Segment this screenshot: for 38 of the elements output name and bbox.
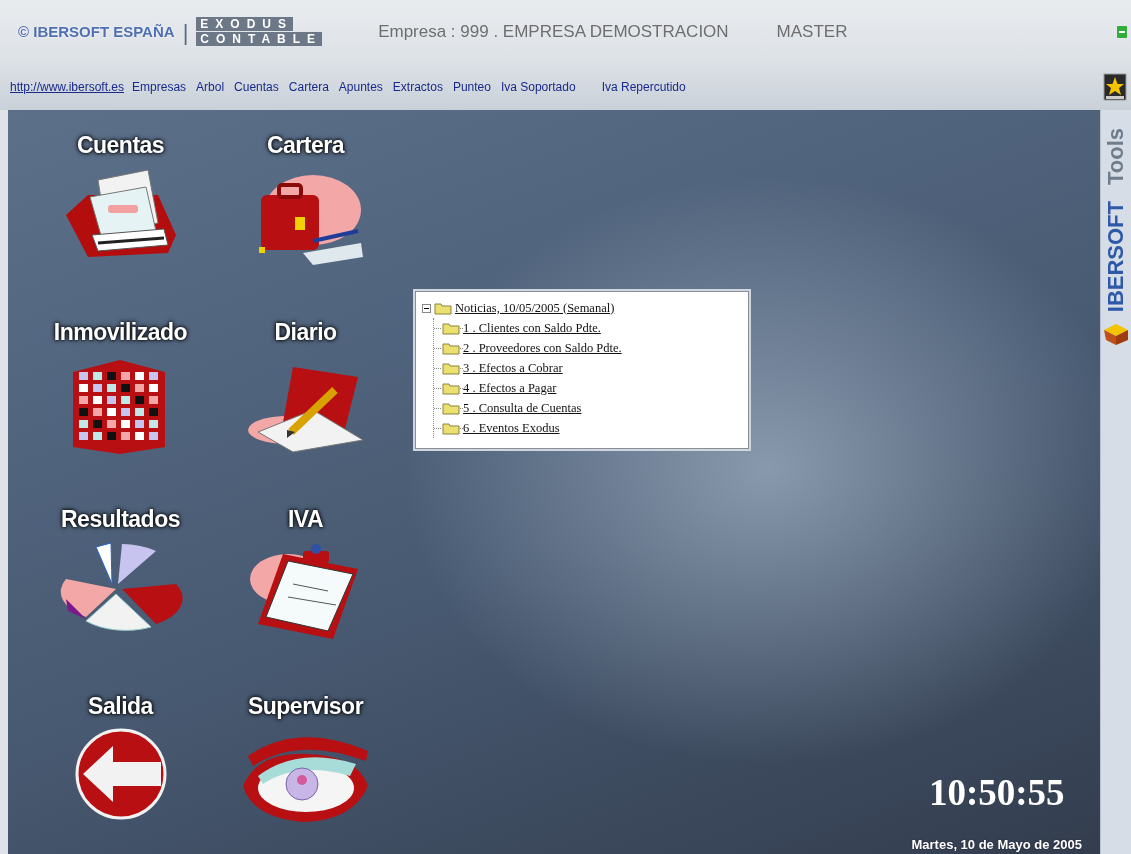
side-panel-brand: IBERSOFT: [1105, 201, 1127, 313]
module-button[interactable]: Salida: [72, 689, 169, 822]
menu-link[interactable]: Iva Soportado: [500, 78, 576, 96]
logo-separator: |: [182, 18, 189, 47]
minimize-icon[interactable]: [1117, 26, 1127, 38]
module-button[interactable]: Cuentas: [58, 128, 183, 265]
product-logo: EXODUS: [196, 17, 294, 31]
folder-icon: [442, 321, 460, 335]
module-button[interactable]: Resultados: [55, 502, 186, 639]
folder-icon: [442, 381, 460, 395]
menu-link[interactable]: Extractos: [392, 78, 443, 96]
menu-link[interactable]: Empresas: [132, 78, 187, 96]
module-button[interactable]: Inmovilizado: [53, 315, 188, 457]
menu-link[interactable]: Iva Repercutido: [601, 78, 686, 96]
side-panel-label: Tools: [1105, 128, 1127, 186]
company-name: Empresa : 999 . EMPRESA DEMOSTRACION: [378, 21, 729, 44]
product-logo: CONTABLE: [196, 32, 323, 46]
menu-link[interactable]: Punteo: [452, 78, 491, 96]
user-name: MASTER: [776, 21, 848, 44]
menu-link[interactable]: Cartera: [288, 78, 329, 96]
menu-link[interactable]: Cuentas: [234, 78, 279, 96]
website-link[interactable]: http://www.ibersoft.es: [10, 78, 125, 96]
brand-logo: © IBERSOFT ESPAÑA: [18, 21, 175, 42]
module-button[interactable]: Diario: [243, 315, 368, 457]
tree-item[interactable]: Noticias, 10/05/2005 (Semanal): [455, 298, 615, 318]
date-text: Martes, 10 de Mayo de 2005: [911, 835, 1082, 854]
clock-time: 10:50:55: [928, 771, 1065, 815]
folder-icon: [434, 301, 452, 315]
module-button[interactable]: Supervisor: [238, 689, 373, 826]
folder-icon: [442, 361, 460, 375]
folder-icon: [442, 401, 460, 415]
menu-link[interactable]: Arbol: [196, 78, 225, 96]
menu-link[interactable]: Apuntes: [338, 78, 383, 96]
folder-icon: [442, 421, 460, 435]
folder-icon: [442, 341, 460, 355]
module-button[interactable]: Cartera: [243, 128, 368, 270]
module-button[interactable]: IVA: [248, 502, 363, 644]
collapse-icon[interactable]: [422, 303, 431, 313]
